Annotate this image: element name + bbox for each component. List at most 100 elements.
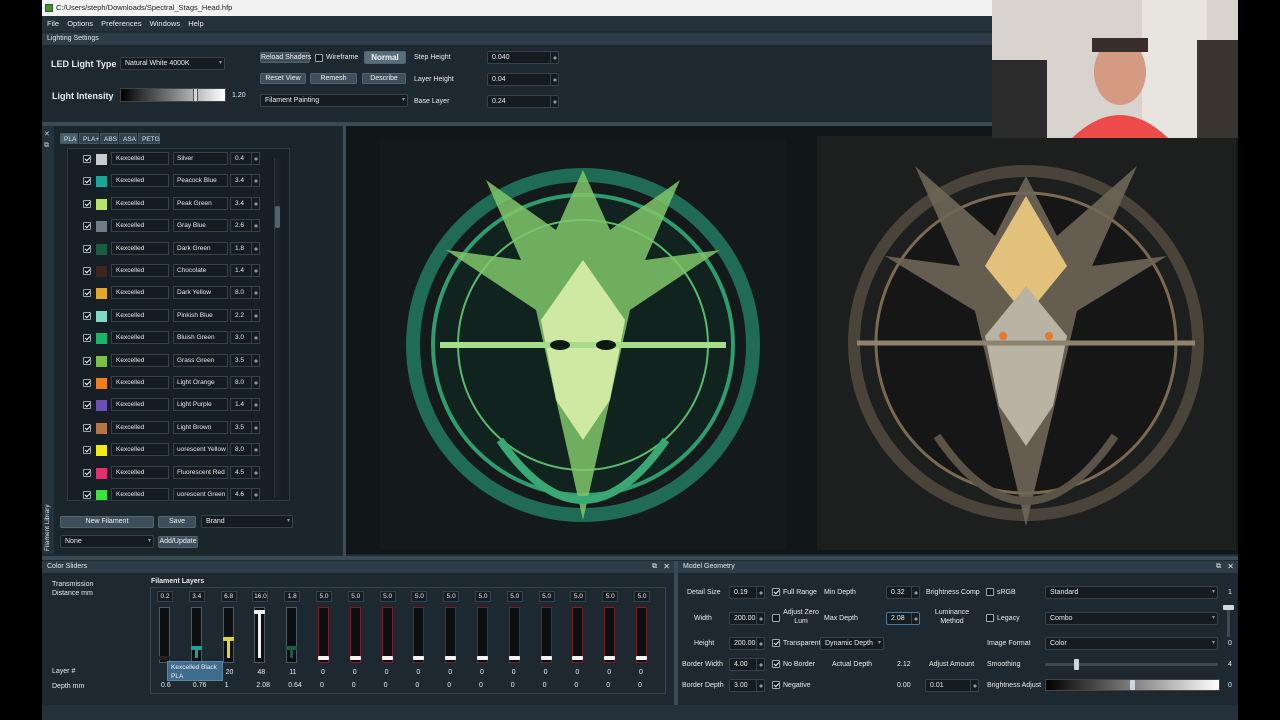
td-value-field[interactable]: 3.5 — [230, 353, 260, 367]
layer-slider-knob[interactable] — [572, 656, 584, 660]
layer-slider-knob[interactable] — [254, 610, 266, 614]
layer-slider[interactable] — [190, 607, 202, 663]
color-name-field[interactable]: uorescent Yellow — [173, 443, 228, 457]
vertical-slider[interactable] — [1223, 605, 1234, 637]
transmission-value[interactable]: 5.0 — [316, 591, 332, 602]
enabled-checkbox[interactable] — [83, 267, 91, 275]
enabled-checkbox[interactable] — [83, 446, 91, 455]
spin-arrows-icon[interactable] — [251, 265, 259, 276]
brand-field[interactable]: Kexcelled — [111, 353, 169, 367]
spin-arrows-icon[interactable] — [251, 399, 259, 411]
float-icon[interactable]: ⧉ — [652, 561, 657, 573]
spin-arrows-icon[interactable] — [251, 444, 259, 456]
menu-help[interactable]: Help — [188, 19, 203, 28]
tab-pla-plus[interactable]: PLA+ — [79, 133, 99, 144]
enabled-checkbox[interactable] — [83, 356, 91, 365]
spin-arrows-icon[interactable] — [251, 354, 259, 366]
enabled-checkbox[interactable] — [83, 222, 91, 231]
layer-slider-knob[interactable] — [540, 656, 552, 660]
layer-slider-knob[interactable] — [636, 656, 647, 660]
spin-arrows-icon[interactable] — [911, 613, 919, 624]
none-select[interactable]: None ▾ — [60, 535, 154, 548]
layer-slider-knob[interactable] — [381, 656, 393, 660]
color-swatch[interactable] — [96, 221, 107, 233]
brand-field[interactable]: Kexcelled — [111, 443, 169, 457]
brand-field[interactable]: Kexcelled — [111, 308, 169, 322]
enabled-checkbox[interactable] — [83, 244, 91, 253]
transmission-value[interactable]: 6.8 — [220, 591, 237, 602]
brand-field[interactable]: Kexcelled — [111, 488, 169, 500]
transmission-value[interactable]: 5.0 — [538, 591, 555, 602]
color-swatch[interactable] — [96, 176, 107, 188]
enabled-checkbox[interactable] — [83, 289, 91, 298]
layer-slider-knob[interactable] — [477, 656, 488, 660]
layer-slider[interactable] — [636, 607, 647, 663]
spin-arrows-icon[interactable] — [550, 52, 558, 63]
smoothing-slider[interactable] — [1045, 659, 1218, 670]
layer-slider-knob[interactable] — [508, 656, 520, 660]
adjust-zero-lum-checkbox[interactable] — [772, 614, 780, 622]
spin-arrows-icon[interactable] — [756, 613, 764, 624]
enabled-checkbox[interactable] — [83, 311, 91, 320]
transmission-value[interactable]: 0.2 — [157, 591, 173, 602]
layer-slider-knob[interactable] — [222, 637, 234, 641]
float-icon[interactable]: ⧉ — [44, 142, 49, 150]
color-swatch[interactable] — [96, 422, 107, 434]
float-icon[interactable]: ⧉ — [1216, 561, 1221, 573]
list-item[interactable]: Kexcelled Fluorescent Red 4.5 — [68, 462, 288, 484]
td-value-field[interactable]: 0.4 — [230, 152, 260, 165]
filament-list-scroll-thumb[interactable] — [275, 206, 280, 228]
spin-arrows-icon[interactable] — [756, 638, 764, 649]
enabled-checkbox[interactable] — [83, 379, 91, 387]
transmission-value[interactable]: 5.0 — [475, 591, 491, 602]
transmission-value[interactable]: 5.0 — [634, 591, 650, 602]
brand-field[interactable]: Kexcelled — [111, 376, 169, 389]
td-value-field[interactable]: 3.5 — [230, 420, 260, 434]
color-name-field[interactable]: Light Purple — [173, 398, 228, 412]
transmission-value[interactable]: 16.0 — [252, 591, 269, 602]
base-layer-input[interactable]: 0.24 — [487, 95, 559, 108]
brand-field[interactable]: Kexcelled — [111, 174, 169, 188]
color-swatch[interactable] — [96, 266, 107, 277]
spin-arrows-icon[interactable] — [251, 489, 259, 500]
new-filament-button[interactable]: New Filament — [60, 516, 154, 528]
td-value-field[interactable]: 1.4 — [230, 398, 260, 412]
layer-slider[interactable] — [222, 607, 234, 663]
color-swatch[interactable] — [96, 355, 107, 367]
list-item[interactable]: Kexcelled Light Orange 8.0 — [68, 372, 288, 394]
td-value-field[interactable]: 8.0 — [230, 376, 260, 389]
add-update-button[interactable]: Add/Update — [158, 536, 198, 548]
spin-arrows-icon[interactable] — [550, 74, 558, 85]
menu-preferences[interactable]: Preferences — [101, 19, 141, 28]
led-light-type-select[interactable]: Natural White 4000K ▾ — [120, 57, 225, 70]
color-swatch[interactable] — [96, 154, 107, 165]
spin-arrows-icon[interactable] — [756, 680, 764, 691]
layer-slider[interactable] — [477, 607, 488, 663]
spin-arrows-icon[interactable] — [251, 377, 259, 388]
save-button[interactable]: Save — [158, 516, 196, 528]
color-swatch[interactable] — [96, 378, 107, 389]
spin-arrows-icon[interactable] — [251, 309, 259, 321]
layer-slider[interactable] — [572, 607, 584, 663]
transparent-checkbox[interactable] — [772, 639, 780, 647]
color-name-field[interactable]: Gray Blue — [173, 219, 228, 233]
list-item[interactable]: Kexcelled Silver 0.4 — [68, 149, 288, 170]
color-name-field[interactable]: Light Orange — [173, 376, 228, 389]
detail-size-input[interactable]: 0.19 — [729, 586, 765, 599]
color-swatch[interactable] — [96, 467, 107, 479]
transmission-value[interactable]: 1.8 — [284, 591, 301, 602]
td-value-field[interactable]: 3.4 — [230, 174, 260, 188]
reset-view-button[interactable]: Reset View — [260, 73, 306, 84]
enabled-checkbox[interactable] — [83, 334, 91, 343]
tab-abs[interactable]: ABS — [100, 133, 118, 144]
brand-field[interactable]: Kexcelled — [111, 465, 169, 479]
list-item[interactable]: Kexcelled Light Purple 1.4 — [68, 394, 288, 416]
color-swatch[interactable] — [96, 400, 107, 412]
spin-arrows-icon[interactable] — [251, 287, 259, 299]
brand-field[interactable]: Kexcelled — [111, 398, 169, 412]
color-name-field[interactable]: Silver — [173, 152, 228, 165]
layer-slider[interactable] — [604, 607, 616, 663]
layer-slider-knob[interactable] — [445, 656, 457, 660]
light-intensity-slider[interactable] — [120, 88, 226, 102]
layer-slider[interactable] — [254, 607, 266, 663]
